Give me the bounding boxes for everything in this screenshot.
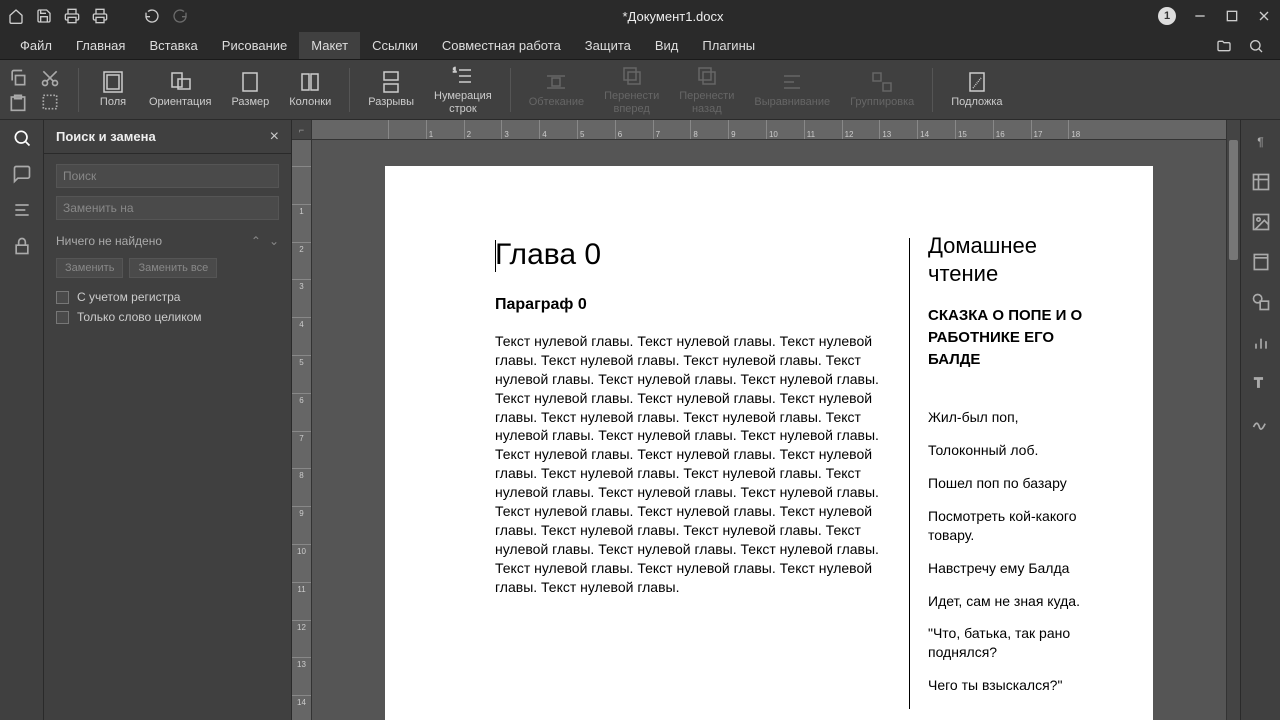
line-numbering-button[interactable]: 1Нумерация строк: [426, 62, 500, 116]
breaks-button[interactable]: Разрывы: [360, 68, 422, 110]
replace-input[interactable]: [56, 196, 279, 220]
whole-word-checkbox[interactable]: [56, 311, 69, 324]
search-panel: Поиск и замена × Ничего не найдено ⌃ ⌄ З…: [44, 120, 292, 720]
send-backward-button: Перенести назад: [671, 62, 742, 116]
user-badge[interactable]: 1: [1158, 7, 1176, 25]
comments-icon[interactable]: [12, 164, 32, 184]
horizontal-ruler[interactable]: 123456789101112131415161718: [312, 120, 1226, 140]
select-all-icon[interactable]: [40, 92, 60, 112]
menu-вид[interactable]: Вид: [643, 32, 691, 59]
save-icon[interactable]: [36, 8, 52, 24]
menu-защита[interactable]: Защита: [573, 32, 643, 59]
side-line: Навстречу ему Балда: [928, 559, 1089, 578]
find-replace-icon[interactable]: [12, 128, 32, 148]
search-panel-title: Поиск и замена: [56, 129, 156, 144]
signature-settings-icon[interactable]: [1251, 412, 1271, 432]
side-line: Чего ты взыскался?": [928, 676, 1089, 695]
side-line: Толоконный лоб.: [928, 441, 1089, 460]
menu-макет[interactable]: Макет: [299, 32, 360, 59]
find-input[interactable]: [56, 164, 279, 188]
document-area: ⌐ 123456789101112131415161718 1234567891…: [292, 120, 1240, 720]
minimize-icon[interactable]: [1192, 8, 1208, 24]
image-settings-icon[interactable]: [1251, 212, 1271, 232]
size-button[interactable]: Размер: [223, 68, 277, 110]
menu-рисование[interactable]: Рисование: [210, 32, 299, 59]
document-title: *Документ1.docx: [188, 9, 1158, 24]
body-text: Текст нулевой главы. Текст нулевой главы…: [495, 332, 895, 596]
home-icon[interactable]: [8, 8, 24, 24]
wrapping-button: Обтекание: [521, 68, 592, 110]
page[interactable]: Глава 0 Параграф 0 Текст нулевой главы. …: [385, 166, 1153, 720]
menu-вставка[interactable]: Вставка: [137, 32, 209, 59]
paragraph-settings-icon[interactable]: ¶: [1251, 132, 1271, 152]
close-icon[interactable]: [1256, 8, 1272, 24]
align-button: Выравнивание: [746, 68, 838, 110]
margins-button[interactable]: Поля: [89, 68, 137, 110]
columns-button[interactable]: Колонки: [281, 68, 339, 110]
svg-text:T: T: [1254, 375, 1262, 390]
maximize-icon[interactable]: [1224, 8, 1240, 24]
lock-icon[interactable]: [12, 236, 32, 256]
scroll-thumb[interactable]: [1229, 140, 1238, 260]
menu-файл[interactable]: Файл: [8, 32, 64, 59]
side-line: Посмотреть кой-какого товару.: [928, 507, 1089, 545]
chart-settings-icon[interactable]: [1251, 332, 1271, 352]
menubar: ФайлГлавнаяВставкаРисованиеМакетСсылкиСо…: [0, 32, 1280, 60]
undo-icon[interactable]: [144, 8, 160, 24]
watermark-button[interactable]: Подложка: [943, 68, 1010, 110]
match-case-label: С учетом регистра: [77, 290, 180, 304]
replace-all-button[interactable]: Заменить все: [129, 258, 217, 278]
side-subtitle: СКАЗКА О ПОПЕ И О РАБОТНИКЕ ЕГО БАЛДЕ: [928, 305, 1089, 370]
side-line: Жил-был поп,: [928, 408, 1089, 427]
redo-icon[interactable]: [172, 8, 188, 24]
side-line: "Что, батька, так рано поднялся?: [928, 624, 1089, 662]
ruler-corner: ⌐: [292, 120, 312, 140]
quick-print-icon[interactable]: [92, 8, 108, 24]
ribbon-toolbar: Поля Ориентация Размер Колонки Разрывы 1…: [0, 60, 1280, 120]
header-footer-icon[interactable]: [1251, 252, 1271, 272]
copy-icon[interactable]: [8, 68, 28, 88]
search-results-text: Ничего не найдено: [56, 234, 162, 248]
right-rail: ¶ T: [1240, 120, 1280, 720]
left-rail: [0, 120, 44, 720]
orientation-button[interactable]: Ориентация: [141, 68, 219, 110]
print-icon[interactable]: [64, 8, 80, 24]
vertical-ruler[interactable]: 123456789101112131415: [292, 140, 312, 720]
table-settings-icon[interactable]: [1251, 172, 1271, 192]
headings-icon[interactable]: [12, 200, 32, 220]
replace-button[interactable]: Заменить: [56, 258, 123, 278]
whole-word-label: Только слово целиком: [77, 310, 202, 324]
menu-главная[interactable]: Главная: [64, 32, 137, 59]
textart-settings-icon[interactable]: T: [1251, 372, 1271, 392]
menu-ссылки[interactable]: Ссылки: [360, 32, 430, 59]
search-icon[interactable]: [1248, 38, 1264, 54]
close-panel-icon[interactable]: ×: [270, 128, 279, 146]
menu-совместная работа[interactable]: Совместная работа: [430, 32, 573, 59]
match-case-checkbox[interactable]: [56, 291, 69, 304]
shape-settings-icon[interactable]: [1251, 292, 1271, 312]
bring-forward-button: Перенести вперед: [596, 62, 667, 116]
menu-плагины[interactable]: Плагины: [690, 32, 767, 59]
chapter-title: Глава 0: [495, 238, 895, 272]
vertical-scrollbar[interactable]: [1226, 120, 1240, 720]
group-button: Группировка: [842, 68, 922, 110]
side-title: Домашнее чтение: [928, 232, 1089, 287]
next-result-icon[interactable]: ⌄: [269, 234, 279, 248]
paste-icon[interactable]: [8, 92, 28, 112]
side-line: Пошел поп по базару: [928, 474, 1089, 493]
open-location-icon[interactable]: [1216, 38, 1232, 54]
svg-text:1: 1: [453, 68, 457, 74]
titlebar: *Документ1.docx 1: [0, 0, 1280, 32]
paragraph-title: Параграф 0: [495, 296, 895, 314]
prev-result-icon[interactable]: ⌃: [251, 234, 261, 248]
side-line: Идет, сам не зная куда.: [928, 592, 1089, 611]
cut-icon[interactable]: [40, 68, 60, 88]
